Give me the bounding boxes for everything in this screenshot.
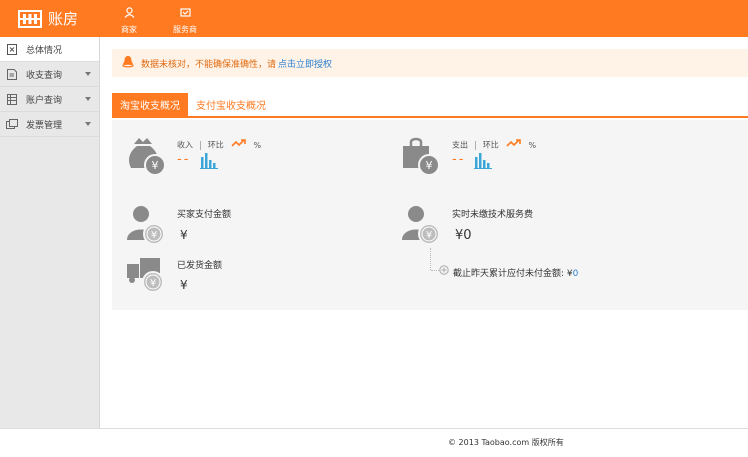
bar-chart-icon[interactable] (200, 151, 218, 172)
sidebar-item-overview[interactable]: 总体情况 (0, 37, 99, 62)
person-yen-icon: ¥ (401, 204, 443, 249)
trend-up-icon (506, 139, 525, 151)
shipped-label: 已发货金额 (177, 261, 223, 271)
buyer-paid-label: 买家支付金额 (177, 210, 232, 220)
expense-value: -- (452, 152, 465, 167)
sidebar: 总体情况 收支查询 账户查询 发票管理 (0, 37, 100, 428)
truck-icon: ¥ (126, 254, 168, 297)
income-ratio-label: 环比 (207, 140, 224, 150)
svg-text:¥: ¥ (150, 278, 156, 289)
alert-text: 数据未核对，不能确保准确性，请 (141, 59, 277, 70)
bell-icon (121, 55, 135, 71)
trend-up-icon (231, 139, 250, 151)
overview-tabs: 淘宝收支概况 支付宝收支概况 (112, 93, 748, 118)
user-icon (124, 7, 135, 21)
tech-fee-label: 实时未缴技术服务费 (452, 210, 534, 220)
tab-alipay[interactable]: 支付宝收支概况 (188, 93, 274, 116)
svg-text:¥: ¥ (151, 230, 157, 241)
invoice-icon (6, 118, 18, 130)
handshake-icon (179, 7, 191, 21)
expense-ratio-label: 环比 (482, 140, 499, 150)
top-nav: 商家 服务商 (110, 0, 222, 37)
nav-merchant-label: 商家 (121, 25, 137, 34)
accum-unpaid-value[interactable]: 0 (573, 269, 579, 279)
svg-text:¥: ¥ (426, 159, 433, 172)
expense-value-text: -- (452, 152, 466, 167)
separator: | (198, 140, 202, 151)
expand-plus-icon[interactable] (439, 265, 449, 278)
income-percent: % (253, 140, 262, 150)
stats-panel: ¥ 收入 | 环比 % -- ¥ 支出 | 环比 % -- ¥ 买家支付金额 ¥… (112, 120, 748, 310)
nav-provider-label: 服务商 (173, 25, 197, 34)
sidebar-item-label: 收支查询 (26, 70, 63, 81)
sidebar-item-label: 发票管理 (26, 120, 63, 131)
shopping-bag-icon: ¥ (401, 136, 443, 179)
separator: | (473, 140, 477, 151)
top-header: 账房 商家 服务商 (0, 0, 748, 37)
chevron-down-icon (85, 122, 91, 126)
svg-text:¥: ¥ (152, 159, 159, 172)
expense-label: 支出 (452, 140, 468, 150)
sidebar-item-invoice[interactable]: 发票管理 (0, 112, 99, 137)
overview-icon (6, 43, 18, 55)
shipped-value: ¥ (180, 278, 188, 292)
accum-unpaid: 截止昨天累计应付未付金额: ¥0 (453, 266, 578, 279)
sidebar-item-account-query[interactable]: 账户查询 (0, 87, 99, 112)
app-title: 账房 (48, 10, 79, 28)
tab-taobao[interactable]: 淘宝收支概况 (112, 93, 188, 116)
nav-merchant[interactable]: 商家 (110, 0, 148, 37)
buyer-yen-icon: ¥ (126, 204, 168, 249)
income-label: 收入 (177, 140, 193, 150)
expense-percent: % (528, 140, 537, 150)
copyright-text: © 2013 Taobao.com 版权所有 (448, 438, 564, 447)
svg-text:¥: ¥ (426, 230, 432, 241)
buyer-paid-value: ¥ (180, 228, 188, 242)
connector-line (430, 248, 431, 270)
ledger-logo-icon (18, 9, 42, 28)
app-logo[interactable]: 账房 (18, 8, 78, 29)
sidebar-item-label: 账户查询 (26, 95, 63, 106)
income-header: 收入 | 环比 % (177, 139, 261, 151)
income-value-text: -- (177, 152, 191, 167)
sidebar-item-income-query[interactable]: 收支查询 (0, 62, 99, 87)
sidebar-item-label: 总体情况 (26, 45, 63, 56)
accum-unpaid-label: 截止昨天累计应付未付金额: (453, 269, 565, 279)
ledger-icon (6, 93, 18, 105)
expense-header: 支出 | 环比 % (452, 139, 536, 151)
chevron-down-icon (85, 97, 91, 101)
authorize-link[interactable]: 点击立即授权 (278, 57, 332, 70)
nav-provider[interactable]: 服务商 (166, 0, 204, 37)
tech-fee-value: ¥0 (455, 228, 472, 243)
bar-chart-icon[interactable] (474, 151, 492, 172)
connector-line (431, 270, 439, 271)
auth-alert: 数据未核对，不能确保准确性，请 点击立即授权 (112, 49, 748, 77)
chevron-down-icon (85, 72, 91, 76)
page-footer: © 2013 Taobao.com 版权所有 (0, 428, 748, 457)
document-icon (6, 68, 18, 80)
money-bag-icon: ¥ (126, 136, 168, 179)
income-value: -- (177, 152, 190, 167)
